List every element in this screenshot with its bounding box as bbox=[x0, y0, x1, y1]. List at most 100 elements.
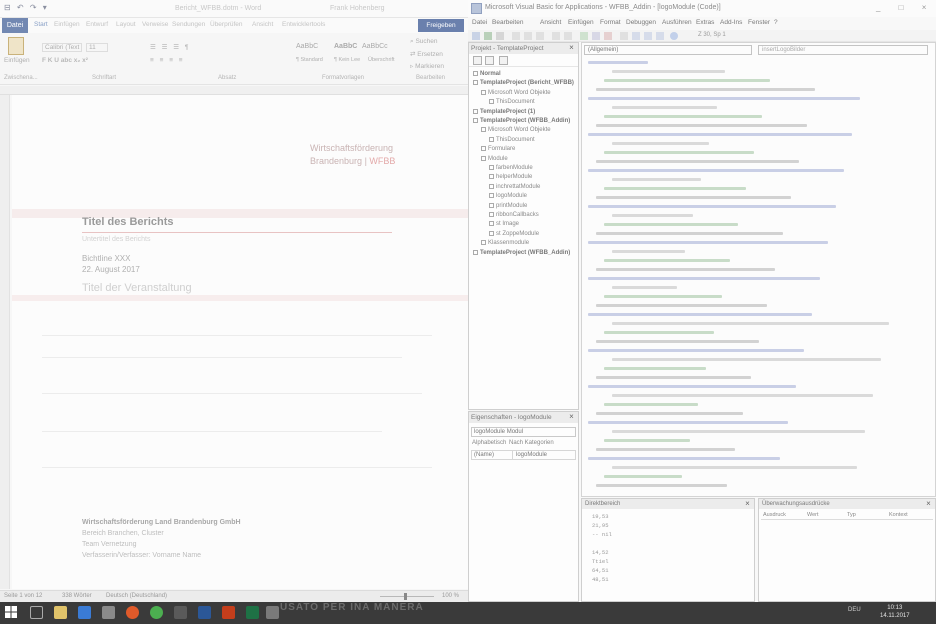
document-company[interactable]: Wirtschaftsförderung Land Brandenburg Gm… bbox=[82, 519, 241, 526]
tab-verweise[interactable]: Verweise bbox=[142, 21, 168, 28]
immediate-window[interactable]: Direktbereich × 19,53 21,95 -- nil 14,52 … bbox=[581, 498, 755, 602]
horizontal-ruler[interactable] bbox=[0, 86, 468, 95]
settings-icon[interactable] bbox=[174, 606, 187, 619]
tray-language[interactable]: DEU bbox=[848, 607, 861, 613]
tree-item[interactable]: ThisDocument bbox=[489, 136, 535, 143]
undo-icon[interactable] bbox=[552, 32, 560, 40]
menu-debuggen[interactable]: Debuggen bbox=[626, 19, 656, 26]
tree-item[interactable]: st ZoppeModule bbox=[489, 230, 539, 237]
document-footer-line[interactable]: Verfasserin/Verfasser: Vorname Name bbox=[82, 552, 201, 559]
tree-item[interactable]: TemplateProject (Bericht_WFBB) bbox=[473, 80, 574, 86]
document-event-title[interactable]: Titel der Veranstaltung bbox=[82, 282, 192, 294]
paste-button-label[interactable]: Einfügen bbox=[4, 57, 30, 64]
menu-format[interactable]: Format bbox=[600, 19, 621, 26]
tab-sendungen[interactable]: Sendungen bbox=[172, 21, 205, 28]
tree-item[interactable]: Klassenmodule bbox=[481, 240, 529, 246]
edge-icon[interactable] bbox=[78, 606, 91, 619]
tree-item[interactable]: Formulare bbox=[481, 146, 515, 152]
tree-item[interactable]: inchrettatModule bbox=[489, 183, 540, 190]
code-window[interactable]: (Allgemein) insertLogoBilder bbox=[581, 42, 936, 497]
taskbar-clock[interactable]: 10:13 14.11.2017 bbox=[880, 604, 910, 620]
document-footer-line[interactable]: Bereich Branchen, Cluster bbox=[82, 530, 164, 537]
paragraph-buttons[interactable]: ☰ ☰ ☰ ¶ bbox=[150, 43, 190, 51]
project-explorer-icon[interactable] bbox=[632, 32, 640, 40]
close-icon[interactable]: × bbox=[743, 499, 752, 508]
col-wert[interactable]: Wert bbox=[807, 512, 819, 518]
document-subtitle[interactable]: Untertitel des Berichts bbox=[82, 236, 150, 243]
toggle-folders-icon[interactable] bbox=[499, 56, 508, 65]
document-date[interactable]: 22. August 2017 bbox=[82, 265, 140, 274]
tree-item[interactable]: farbenModule bbox=[489, 165, 533, 171]
close-icon[interactable]: × bbox=[567, 412, 576, 421]
close-icon[interactable]: × bbox=[924, 499, 933, 508]
paste-icon[interactable] bbox=[536, 32, 544, 40]
tab-einfuegen[interactable]: Einfügen bbox=[54, 21, 80, 28]
vertical-ruler[interactable] bbox=[0, 95, 10, 589]
menu-help[interactable]: ? bbox=[774, 19, 778, 26]
view-object-icon[interactable] bbox=[485, 56, 494, 65]
chrome-icon[interactable] bbox=[150, 606, 163, 619]
reset-icon[interactable] bbox=[604, 32, 612, 40]
tree-item[interactable]: TemplateProject (WFBB_Addin) bbox=[473, 249, 570, 256]
document-footer-line[interactable]: Team Vernetzung bbox=[82, 541, 136, 548]
status-page[interactable]: Seite 1 von 12 bbox=[4, 593, 42, 599]
tree-item[interactable]: st Image bbox=[489, 221, 519, 227]
tab-alphabetisch[interactable]: Alphabetisch bbox=[472, 440, 506, 446]
document-bichtline[interactable]: Bichtline XXX bbox=[82, 254, 130, 263]
tree-item[interactable]: TemplateProject (WFBB_Addin) bbox=[473, 118, 570, 124]
share-button[interactable]: Freigeben bbox=[418, 19, 464, 32]
design-mode-icon[interactable] bbox=[620, 32, 628, 40]
tab-entwicklertools[interactable]: Entwicklertools bbox=[282, 21, 325, 28]
window-buttons[interactable]: _ □ × bbox=[876, 3, 934, 12]
status-zoom[interactable]: 100 % bbox=[442, 593, 459, 599]
properties-grid-row[interactable]: (Name) logoModule bbox=[471, 450, 576, 460]
tree-item[interactable]: helperModule bbox=[489, 174, 532, 180]
firefox-icon[interactable] bbox=[126, 606, 139, 619]
save-icon[interactable] bbox=[496, 32, 504, 40]
tab-ansicht[interactable]: Ansicht bbox=[252, 21, 273, 28]
menu-einfuegen[interactable]: Einfügen bbox=[568, 19, 594, 26]
menu-addins[interactable]: Add-Ins bbox=[720, 19, 742, 26]
replace-button[interactable]: ⇄ Ersetzen bbox=[410, 50, 443, 58]
properties-object-select[interactable]: logoModule Modul bbox=[471, 427, 576, 437]
tab-ueberpruefen[interactable]: Überprüfen bbox=[210, 21, 243, 28]
tree-item[interactable]: Microsoft Word Objekte bbox=[481, 89, 551, 96]
windows-start-icon[interactable] bbox=[4, 605, 18, 619]
tree-item[interactable]: logoModule bbox=[489, 193, 527, 199]
run-icon[interactable] bbox=[580, 32, 588, 40]
col-ausdruck[interactable]: Ausdruck bbox=[763, 512, 786, 518]
menu-extras[interactable]: Extras bbox=[696, 19, 714, 26]
search-button[interactable]: ⌕ Suchen bbox=[410, 38, 438, 46]
zoom-slider-track[interactable] bbox=[380, 596, 434, 597]
tree-item[interactable]: Microsoft Word Objekte bbox=[481, 127, 551, 133]
menu-fenster[interactable]: Fenster bbox=[748, 19, 770, 26]
word-user-name[interactable]: Frank Hohenberg bbox=[330, 5, 384, 12]
quick-access-toolbar[interactable]: ⊟ ↶ ↷ ▾ bbox=[4, 3, 49, 12]
file-explorer-icon[interactable] bbox=[54, 606, 67, 619]
font-name-field[interactable]: Calibri (Text bbox=[42, 43, 82, 52]
document-page[interactable] bbox=[12, 95, 468, 589]
font-format-buttons[interactable]: F K U abc x₂ x² bbox=[42, 57, 88, 64]
zoom-slider-thumb[interactable] bbox=[404, 593, 407, 600]
menu-bearbeiten[interactable]: Bearbeiten bbox=[492, 19, 523, 26]
powerpoint-taskbar-icon[interactable] bbox=[222, 606, 235, 619]
tab-nach-kategorien[interactable]: Nach Kategorien bbox=[509, 440, 554, 446]
view-word-icon[interactable] bbox=[472, 32, 480, 40]
font-size-field[interactable]: 11 bbox=[86, 43, 108, 52]
paste-icon[interactable] bbox=[8, 37, 24, 55]
insert-module-icon[interactable] bbox=[484, 32, 492, 40]
app-taskbar-icon[interactable] bbox=[266, 606, 279, 619]
tree-item[interactable]: printModule bbox=[489, 202, 527, 209]
tree-item[interactable]: Normal bbox=[473, 71, 501, 77]
redo-icon[interactable] bbox=[564, 32, 572, 40]
tree-item[interactable]: TemplateProject (1) bbox=[473, 108, 535, 115]
tree-item[interactable]: Module bbox=[481, 155, 508, 162]
code-object-select[interactable]: (Allgemein) bbox=[584, 45, 752, 55]
align-buttons[interactable]: ≡ ≡ ≡ ≡ bbox=[150, 57, 185, 64]
col-typ[interactable]: Typ bbox=[847, 512, 856, 518]
object-browser-icon[interactable] bbox=[656, 32, 664, 40]
cut-icon[interactable] bbox=[512, 32, 520, 40]
menu-datei[interactable]: Datei bbox=[472, 19, 487, 26]
menu-ansicht[interactable]: Ansicht bbox=[540, 19, 561, 26]
store-icon[interactable] bbox=[102, 606, 115, 619]
